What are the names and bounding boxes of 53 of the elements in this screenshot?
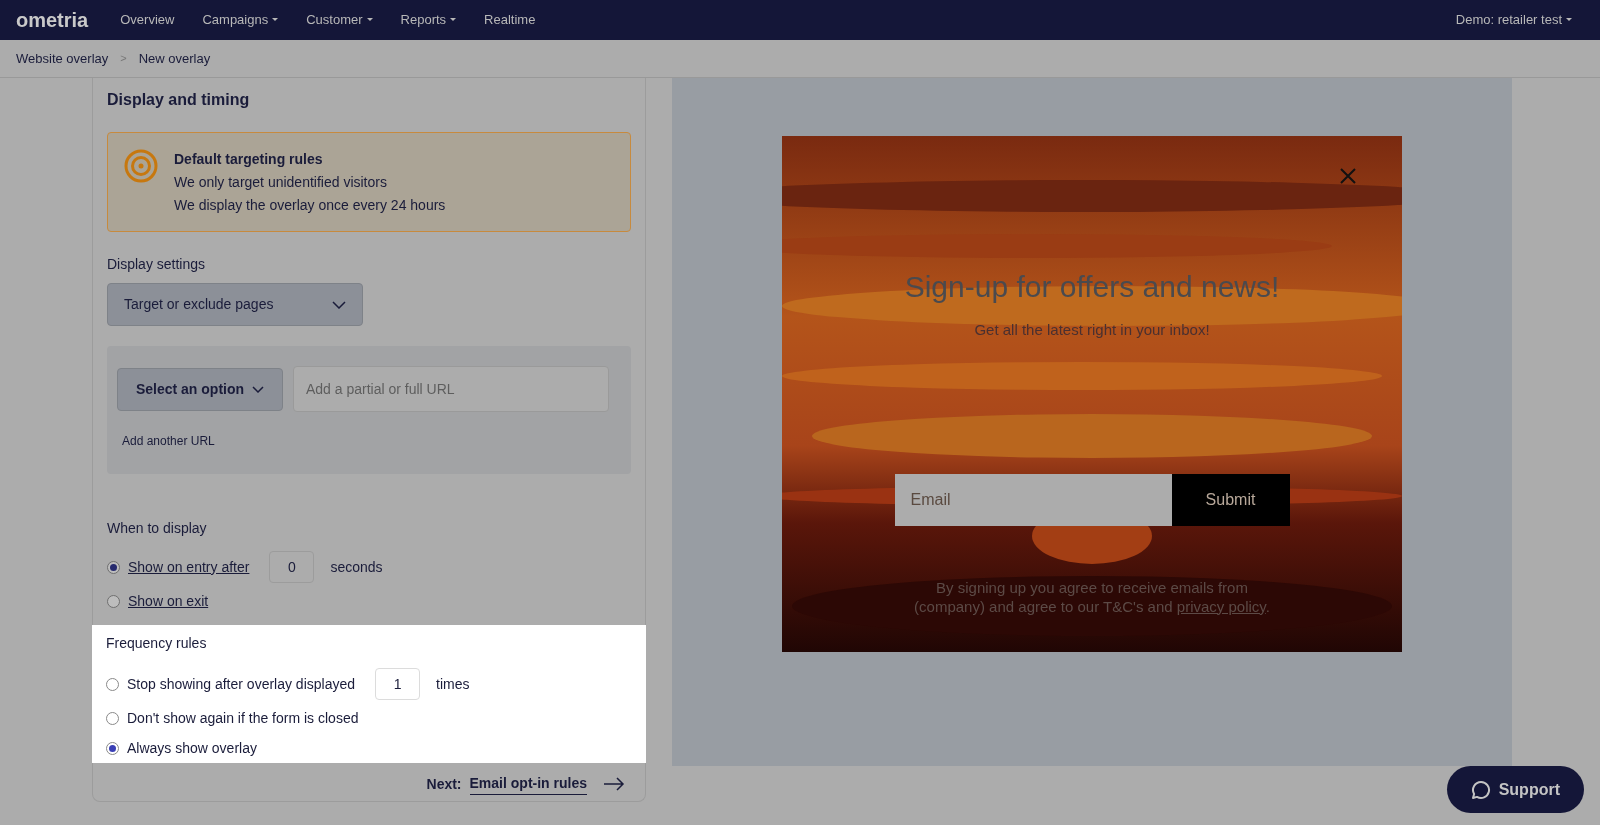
- select-dropdown[interactable]: Select an option: [117, 368, 283, 411]
- account-menu[interactable]: Demo: retailer test: [1455, 10, 1572, 30]
- target-icon: [124, 149, 158, 183]
- option-label[interactable]: Show on entry after: [128, 556, 250, 578]
- option-label[interactable]: Don't show again if the form is closed: [127, 707, 359, 729]
- popup-subheadline: Get all the latest right in your inbox!: [974, 320, 1210, 340]
- unit-label: times: [436, 674, 470, 694]
- add-url-link[interactable]: Add another URL: [122, 432, 215, 450]
- dropdown-button[interactable]: Target or exclude pages: [107, 283, 363, 326]
- caret-icon: [1566, 18, 1572, 22]
- chevron-down-icon: [252, 386, 265, 393]
- field-label: Display settings: [107, 255, 207, 274]
- radio-button[interactable]: [106, 741, 119, 755]
- number-field[interactable]: 0: [269, 551, 315, 583]
- breadcrumb-link[interactable]: Website overlay: [16, 48, 109, 69]
- url-input-field[interactable]: Add a partial or full URL: [293, 366, 609, 412]
- breadcrumb-separator: >: [120, 51, 127, 67]
- option-label[interactable]: Show on exit: [128, 590, 209, 612]
- nav-menu-item[interactable]: Overview: [120, 10, 175, 30]
- submit-button[interactable]: Submit: [1171, 473, 1290, 526]
- nav-menu-item[interactable]: Realtime: [484, 10, 536, 30]
- notice-title: Default targeting rules: [174, 150, 324, 169]
- chat-bubble-icon: [1470, 779, 1491, 800]
- popup-headline: Sign-up for offers and news!: [904, 269, 1280, 305]
- caret-icon: [366, 18, 373, 22]
- radio-button[interactable]: [107, 594, 120, 608]
- radio-button[interactable]: [107, 560, 120, 574]
- field-label: When to display: [107, 519, 208, 538]
- nav-menu-item[interactable]: Reports: [400, 10, 457, 30]
- number-field[interactable]: 1: [375, 668, 421, 700]
- caret-icon: [272, 18, 279, 22]
- email-field[interactable]: Email: [894, 473, 1172, 526]
- option-label[interactable]: Stop showing after overlay displayed: [127, 673, 356, 695]
- chevron-down-icon: [332, 300, 346, 309]
- caret-icon: [450, 18, 457, 22]
- notice-text: We display the overlay once every 24 hours: [174, 196, 446, 215]
- nav-menu-item[interactable]: Campaigns: [202, 10, 279, 30]
- next-label: Next:: [426, 774, 462, 794]
- option-label[interactable]: Always show overlay: [127, 737, 257, 759]
- logo[interactable]: ometria: [16, 5, 89, 35]
- close-icon[interactable]: [1340, 168, 1356, 184]
- field-label: Frequency rules: [106, 634, 208, 653]
- nav-menu-item[interactable]: Customer: [306, 10, 373, 30]
- section-title: Display and timing: [107, 90, 251, 110]
- disclaimer-text: By signing up you agree to receive emails from (company) and agree to our T&C's and privacy policy.: [913, 577, 1271, 616]
- radio-button[interactable]: [106, 711, 119, 725]
- support-button[interactable]: Support: [1446, 766, 1584, 813]
- notice-text: We only target unidentified visitors: [174, 173, 388, 192]
- radio-button[interactable]: [106, 677, 119, 691]
- unit-label: seconds: [330, 557, 383, 577]
- next-step-link[interactable]: Email opt-in rules: [469, 773, 587, 795]
- breadcrumb-current: New overlay: [138, 49, 211, 68]
- arrow-right-icon[interactable]: [603, 777, 625, 791]
